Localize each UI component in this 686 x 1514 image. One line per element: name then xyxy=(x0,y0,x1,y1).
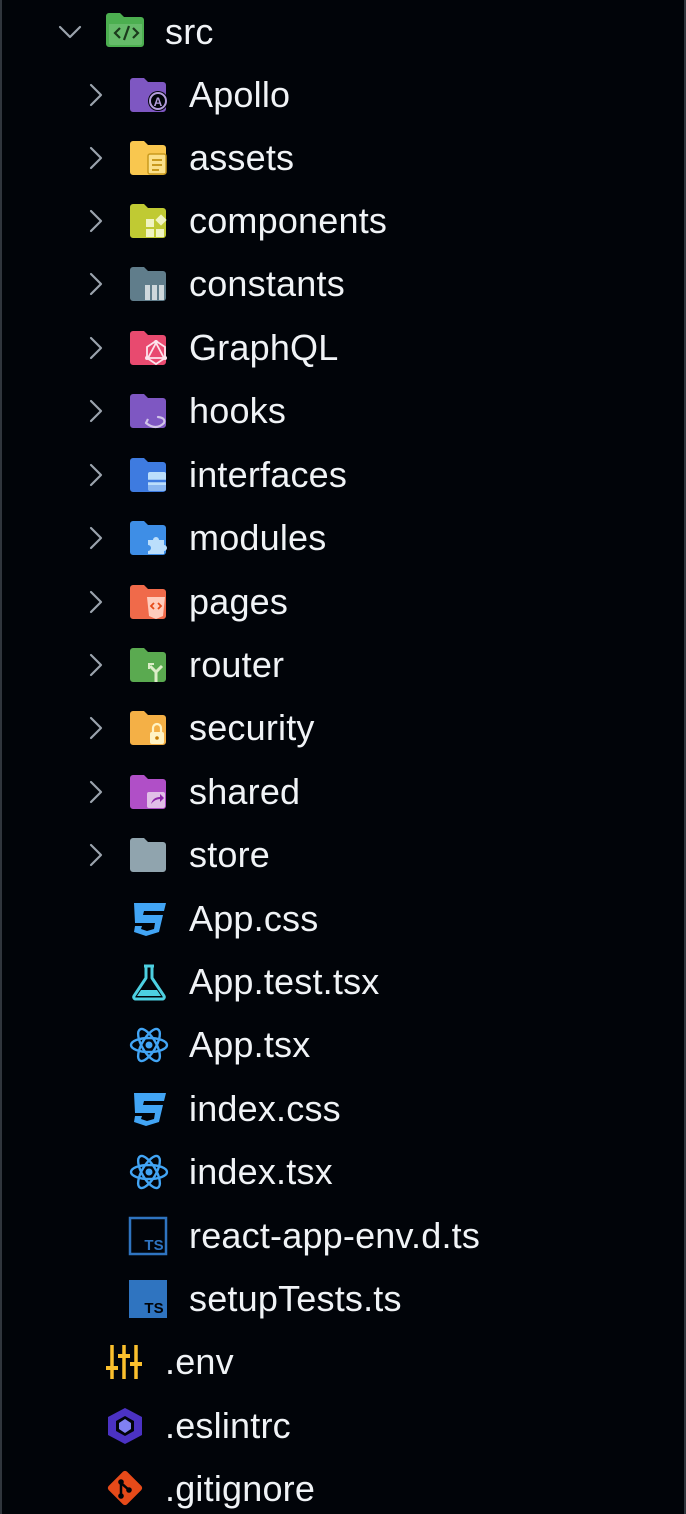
tree-item-label: index.css xyxy=(189,1088,341,1129)
chevron-right-icon[interactable] xyxy=(82,778,110,806)
file-explorer: src A Apollo assets components constants… xyxy=(0,0,686,1514)
svg-text:TS: TS xyxy=(144,1237,163,1254)
tree-item-label: pages xyxy=(189,581,289,622)
tree-folder-constants[interactable]: constants xyxy=(2,252,684,315)
folder-interfaces-icon xyxy=(130,458,166,492)
typescript-def-icon: TS xyxy=(128,1216,168,1256)
tree-item-label: react-app-env.d.ts xyxy=(189,1215,481,1256)
tree-item-label: src xyxy=(165,11,214,52)
typescript-icon: TS xyxy=(129,1280,167,1318)
tree-file-index-css[interactable]: index.css xyxy=(2,1077,684,1140)
tree-folder-src[interactable]: src xyxy=(2,0,684,63)
chevron-right-icon[interactable] xyxy=(82,651,110,679)
tree-item-label: assets xyxy=(189,137,295,178)
tree-item-label: security xyxy=(189,707,315,748)
chevron-right-icon[interactable] xyxy=(82,714,110,742)
git-icon xyxy=(107,1470,143,1506)
tree-item-label: router xyxy=(189,644,285,685)
chevron-right-icon[interactable] xyxy=(82,841,110,869)
chevron-right-icon[interactable] xyxy=(82,270,110,298)
folder-assets-icon xyxy=(130,141,167,175)
css-icon xyxy=(134,1093,166,1126)
tree-folder-security[interactable]: security xyxy=(2,696,684,759)
chevron-right-icon[interactable] xyxy=(82,461,110,489)
folder-shared-icon xyxy=(130,775,166,809)
eslint-icon xyxy=(108,1408,142,1444)
tree-file-app-test-tsx[interactable]: App.test.tsx xyxy=(2,950,684,1013)
tree-item-label: store xyxy=(189,834,271,875)
tree-item-label: GraphQL xyxy=(189,327,339,368)
tree-folder-store[interactable]: store xyxy=(2,823,684,886)
chevron-right-icon[interactable] xyxy=(82,207,110,235)
chevron-right-icon[interactable] xyxy=(82,588,110,616)
chevron-right-icon[interactable] xyxy=(82,144,110,172)
folder-constants-icon xyxy=(130,267,166,301)
tree-file-eslintrc[interactable]: .eslintrc xyxy=(2,1394,684,1457)
tree-item-label: hooks xyxy=(189,390,287,431)
chevron-right-icon[interactable] xyxy=(82,334,110,362)
tree-folder-router[interactable]: router xyxy=(2,633,684,696)
tree-file-gitignore[interactable]: .gitignore xyxy=(2,1457,684,1514)
tree-item-label: App.test.tsx xyxy=(189,961,380,1002)
react-icon xyxy=(129,1027,169,1063)
folder-hooks-icon xyxy=(130,394,166,429)
folder-security-icon xyxy=(130,711,166,745)
tree-item-label: .env xyxy=(165,1341,234,1382)
tree-item-label: .eslintrc xyxy=(165,1405,291,1446)
react-icon xyxy=(129,1154,169,1190)
env-settings-icon xyxy=(106,1345,142,1379)
folder-modules-icon xyxy=(130,521,167,555)
tree-item-label: Apollo xyxy=(189,74,291,115)
folder-src-icon xyxy=(106,13,144,47)
tree-item-label: setupTests.ts xyxy=(189,1278,402,1319)
test-flask-icon xyxy=(132,964,166,1001)
folder-apollo-icon: A xyxy=(130,78,168,112)
tree-file-react-app-env-d-ts[interactable]: TS react-app-env.d.ts xyxy=(2,1204,684,1267)
tree-file-env[interactable]: .env xyxy=(2,1330,684,1393)
folder-graphql-icon xyxy=(130,331,167,366)
folder-icon xyxy=(130,838,166,872)
tree-item-label: App.tsx xyxy=(189,1024,311,1065)
folder-pages-icon xyxy=(130,585,166,619)
tree-item-label: shared xyxy=(189,771,301,812)
tree-folder-graphql[interactable]: GraphQL xyxy=(2,316,684,379)
tree-folder-modules[interactable]: modules xyxy=(2,506,684,569)
tree-item-label: index.tsx xyxy=(189,1151,333,1192)
svg-text:A: A xyxy=(154,95,163,109)
tree-folder-hooks[interactable]: hooks xyxy=(2,379,684,442)
tree-folder-shared[interactable]: shared xyxy=(2,760,684,823)
folder-router-icon xyxy=(130,648,166,682)
folder-components-icon xyxy=(130,204,167,238)
tree-item-label: components xyxy=(189,200,388,241)
tree-folder-components[interactable]: components xyxy=(2,189,684,252)
tree-item-label: constants xyxy=(189,263,345,304)
tree-item-label: interfaces xyxy=(189,454,348,495)
tree-folder-interfaces[interactable]: interfaces xyxy=(2,443,684,506)
svg-text:TS: TS xyxy=(144,1300,163,1317)
chevron-right-icon[interactable] xyxy=(82,81,110,109)
tree-item-label: App.css xyxy=(189,898,319,939)
tree-file-index-tsx[interactable]: index.tsx xyxy=(2,1140,684,1203)
css-icon xyxy=(134,903,166,936)
tree-folder-assets[interactable]: assets xyxy=(2,126,684,189)
tree-file-setuptests-ts[interactable]: TS setupTests.ts xyxy=(2,1267,684,1330)
chevron-down-icon[interactable] xyxy=(56,18,84,46)
tree-file-app-css[interactable]: App.css xyxy=(2,887,684,950)
chevron-right-icon[interactable] xyxy=(82,397,110,425)
tree-folder-pages[interactable]: pages xyxy=(2,570,684,633)
chevron-right-icon[interactable] xyxy=(82,524,110,552)
tree-item-label: modules xyxy=(189,517,327,558)
tree-file-app-tsx[interactable]: App.tsx xyxy=(2,1013,684,1076)
tree-folder-apollo[interactable]: A Apollo xyxy=(2,63,684,126)
tree-item-label: .gitignore xyxy=(165,1468,316,1509)
